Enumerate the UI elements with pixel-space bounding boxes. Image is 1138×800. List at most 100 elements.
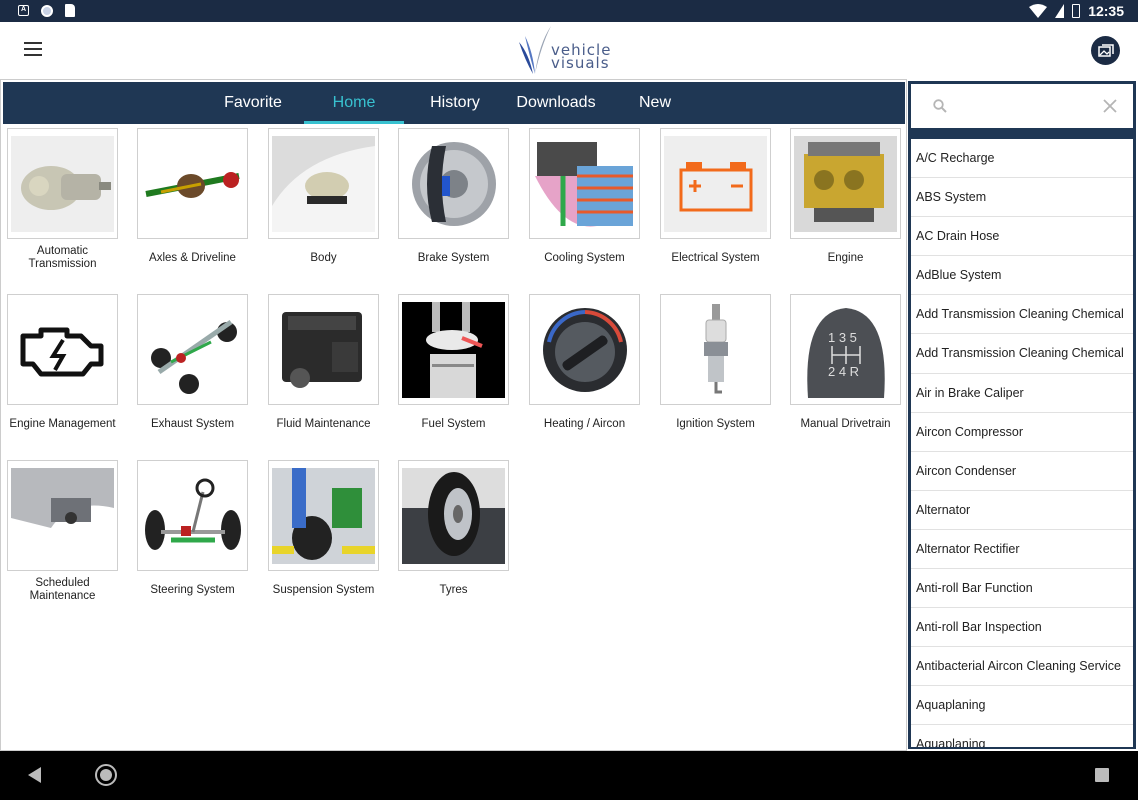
list-item[interactable]: Air in Brake Caliper xyxy=(911,374,1133,413)
list-item[interactable]: A/C Recharge xyxy=(911,139,1133,179)
wifi-icon xyxy=(1029,4,1048,18)
category-tile[interactable]: Electrical System xyxy=(660,128,771,265)
sd-card-icon xyxy=(65,4,75,17)
suspension-image xyxy=(272,467,375,564)
tile-label: Suspension System xyxy=(272,584,375,596)
list-item[interactable]: Alternator xyxy=(911,491,1133,530)
steering-image xyxy=(141,467,244,564)
tile-label: Engine xyxy=(827,252,864,264)
transmission-image xyxy=(11,135,114,232)
list-item[interactable]: Antibacterial Aircon Cleaning Service xyxy=(911,647,1133,687)
tab-downloads[interactable]: Downloads xyxy=(506,82,606,124)
check-engine-image xyxy=(11,301,114,398)
list-item[interactable]: Alternator Rectifier xyxy=(911,530,1133,570)
car-body-image xyxy=(272,135,375,232)
tab-favorite[interactable]: Favorite xyxy=(213,82,293,124)
engine-image xyxy=(794,135,897,232)
category-tile[interactable]: Ignition System xyxy=(660,294,771,431)
system-icons: 12:35 xyxy=(1029,3,1124,19)
category-tile[interactable]: Exhaust System xyxy=(137,294,248,431)
category-tile[interactable]: Fuel System xyxy=(398,294,509,431)
menu-icon[interactable] xyxy=(24,42,42,56)
battery-icon xyxy=(1072,4,1081,18)
tab-home[interactable]: Home xyxy=(304,82,404,124)
tile-label: Heating / Aircon xyxy=(543,418,626,430)
list-item[interactable]: Aircon Condenser xyxy=(911,452,1133,491)
category-tile[interactable]: Scheduled Maintenance xyxy=(7,460,118,603)
tile-label: Manual Drivetrain xyxy=(800,418,891,430)
list-item[interactable]: Anti-roll Bar Inspection xyxy=(911,608,1133,648)
gallery-icon[interactable] xyxy=(1091,36,1120,65)
search-bar xyxy=(911,84,1133,128)
svg-text:2 4 R: 2 4 R xyxy=(828,364,859,379)
a-notification-icon: A xyxy=(18,5,29,16)
home-icon[interactable] xyxy=(95,764,117,786)
list-item[interactable]: ABS System xyxy=(911,178,1133,218)
tile-label: Steering System xyxy=(150,584,235,596)
recent-apps-icon[interactable] xyxy=(1095,768,1109,782)
category-tile[interactable]: Suspension System xyxy=(268,460,379,597)
side-panel: A/C Recharge ABS System AC Drain Hose Ad… xyxy=(908,81,1136,749)
search-icon xyxy=(933,99,947,113)
svg-text:1 3 5: 1 3 5 xyxy=(828,330,857,345)
list-item[interactable]: AC Drain Hose xyxy=(911,217,1133,257)
service-image xyxy=(11,467,114,564)
tile-label: Scheduled Maintenance xyxy=(29,577,96,602)
signal-icon xyxy=(1055,4,1065,18)
battery-image xyxy=(664,135,767,232)
category-tile[interactable]: Brake System xyxy=(398,128,509,265)
tile-label: Engine Management xyxy=(9,418,116,430)
logo-wing-icon xyxy=(519,26,551,74)
tile-label: Fuel System xyxy=(421,418,486,430)
exhaust-image xyxy=(141,301,244,398)
main-panel: Favorite Home History Downloads New Auto… xyxy=(0,79,907,751)
notification-icons: A xyxy=(18,4,75,17)
list-item[interactable]: Anti-roll Bar Function xyxy=(911,569,1133,609)
tile-label: Automatic Transmission xyxy=(28,245,97,270)
close-icon[interactable] xyxy=(1103,99,1117,113)
tile-label: Tyres xyxy=(439,584,468,596)
circle-notification-icon xyxy=(41,4,53,17)
category-tile[interactable]: Engine Management xyxy=(7,294,118,431)
list-item[interactable]: Aquaplaning xyxy=(911,725,1133,747)
tyre-image xyxy=(402,467,505,564)
category-tile[interactable]: Automatic Transmission xyxy=(7,128,118,271)
tab-bar: Favorite Home History Downloads New xyxy=(3,82,905,124)
engine-block-image xyxy=(272,301,375,398)
category-tile[interactable]: Axles & Driveline xyxy=(137,128,248,265)
tile-label: Cooling System xyxy=(544,252,625,264)
tab-new[interactable]: New xyxy=(625,82,685,124)
list-item[interactable]: Aircon Compressor xyxy=(911,413,1133,452)
category-tile[interactable]: Steering System xyxy=(137,460,248,597)
axle-image xyxy=(141,135,244,232)
vehicle-visuals-logo: vehicle visuals xyxy=(515,24,631,78)
category-tile[interactable]: Fluid Maintenance xyxy=(268,294,379,431)
category-tile[interactable]: Heating / Aircon xyxy=(529,294,640,431)
tab-history[interactable]: History xyxy=(415,82,495,124)
list-item[interactable]: Aquaplaning xyxy=(911,686,1133,726)
injector-image xyxy=(402,301,505,398)
category-tile[interactable]: Cooling System xyxy=(529,128,640,265)
gear-knob-image: 1 3 5 2 4 R xyxy=(794,301,897,398)
status-bar: A 12:35 xyxy=(0,0,1138,22)
clock: 12:35 xyxy=(1088,3,1124,19)
category-tile[interactable]: Engine xyxy=(790,128,901,265)
back-icon[interactable] xyxy=(28,767,41,783)
list-item[interactable]: Add Transmission Cleaning Chemical xyxy=(911,295,1133,335)
list-item[interactable]: AdBlue System xyxy=(911,256,1133,296)
climate-knob-image xyxy=(533,301,636,398)
tile-label: Fluid Maintenance xyxy=(276,418,371,430)
app-bar: vehicle visuals xyxy=(0,22,1138,79)
category-tile[interactable]: Body xyxy=(268,128,379,265)
category-tile[interactable]: Tyres xyxy=(398,460,509,597)
tile-label: Axles & Driveline xyxy=(149,252,236,264)
category-tile[interactable]: 1 3 5 2 4 R Manual Drivetrain xyxy=(790,294,901,431)
tile-label: Electrical System xyxy=(671,252,760,264)
tile-label: Body xyxy=(310,252,337,264)
spark-plug-image xyxy=(664,301,767,398)
topic-list[interactable]: A/C Recharge ABS System AC Drain Hose Ad… xyxy=(911,139,1133,747)
search-input[interactable] xyxy=(957,94,1097,118)
list-item[interactable]: Add Transmission Cleaning Chemical xyxy=(911,334,1133,374)
tile-label: Brake System xyxy=(417,252,490,264)
radiator-image xyxy=(533,135,636,232)
